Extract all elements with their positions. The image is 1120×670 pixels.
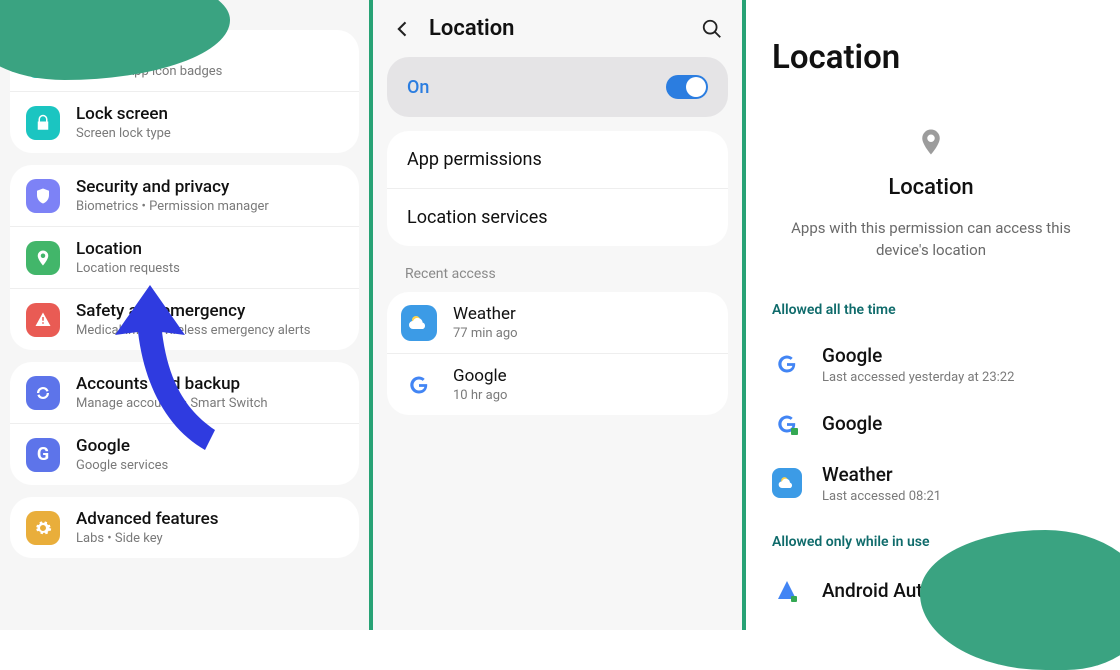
home-icon bbox=[26, 44, 60, 78]
back-button[interactable] bbox=[391, 17, 415, 41]
settings-item-sub: Biometrics • Permission manager bbox=[76, 199, 343, 214]
gear-icon bbox=[26, 511, 60, 545]
settings-panel: Home screen Layout • App icon badges Loc… bbox=[0, 0, 373, 630]
settings-item-security[interactable]: Security and privacy Biometrics • Permis… bbox=[10, 165, 359, 226]
pin-icon bbox=[26, 241, 60, 275]
sync-icon bbox=[26, 376, 60, 410]
permission-app-row[interactable]: Android Auto bbox=[772, 564, 1090, 618]
alert-icon bbox=[26, 303, 60, 337]
settings-item-title: Accounts and backup bbox=[76, 374, 343, 394]
location-toggle-row[interactable]: On bbox=[387, 57, 728, 117]
search-button[interactable] bbox=[700, 17, 724, 41]
settings-item-safety[interactable]: Safety and emergency Medical info • Wire… bbox=[10, 288, 359, 350]
location-panel: Location On App permissions Location ser… bbox=[373, 0, 746, 630]
permission-app-name: Google bbox=[822, 344, 1014, 367]
google-app-icon bbox=[772, 409, 802, 439]
permission-app-row[interactable]: Weather Last accessed 08:21 bbox=[772, 451, 1090, 516]
settings-item-sub: Labs • Side key bbox=[76, 531, 343, 546]
settings-item-location[interactable]: Location Location requests bbox=[10, 226, 359, 288]
settings-item-title: Safety and emergency bbox=[76, 301, 343, 321]
settings-item-title: Advanced features bbox=[76, 509, 343, 529]
app-permissions-row[interactable]: App permissions bbox=[387, 131, 728, 188]
allowed-all-time-header: Allowed all the time bbox=[772, 302, 1090, 318]
permission-app-sub: Last accessed yesterday at 23:22 bbox=[822, 370, 1014, 385]
location-toggle-switch[interactable] bbox=[666, 75, 708, 99]
settings-item-sub: Manage accounts • Smart Switch bbox=[76, 396, 343, 411]
location-services-row[interactable]: Location services bbox=[387, 188, 728, 246]
settings-item-title: Lock screen bbox=[76, 104, 343, 124]
permission-panel: Location Location Apps with this permiss… bbox=[746, 0, 1116, 630]
recent-app-name: Weather bbox=[453, 304, 518, 324]
weather-app-icon bbox=[401, 305, 437, 341]
settings-item-title: Security and privacy bbox=[76, 177, 343, 197]
recent-access-header: Recent access bbox=[387, 260, 728, 292]
permission-app-name: Google bbox=[822, 412, 882, 435]
recent-access-item[interactable]: Google 10 hr ago bbox=[387, 353, 728, 415]
settings-item-title: Home screen bbox=[76, 42, 343, 62]
recent-app-time: 10 hr ago bbox=[453, 388, 507, 403]
permission-app-name: Weather bbox=[822, 463, 941, 486]
location-on-label: On bbox=[407, 77, 666, 98]
weather-app-icon bbox=[772, 468, 802, 498]
permission-app-row[interactable]: Google bbox=[772, 397, 1090, 451]
recent-access-item[interactable]: Weather 77 min ago bbox=[387, 292, 728, 353]
location-pin-icon bbox=[772, 127, 1090, 165]
recent-app-name: Google bbox=[453, 366, 507, 386]
shield-icon bbox=[26, 179, 60, 213]
android-auto-icon bbox=[772, 576, 802, 606]
settings-item-sub: Layout • App icon badges bbox=[76, 64, 343, 79]
settings-item-title: Google bbox=[76, 436, 343, 456]
permission-app-sub: Last accessed 08:21 bbox=[822, 489, 941, 504]
app-permissions-label: App permissions bbox=[407, 149, 708, 170]
settings-item-lock-screen[interactable]: Lock screen Screen lock type bbox=[10, 91, 359, 153]
page-title: Location bbox=[772, 38, 1090, 77]
google-app-icon bbox=[401, 367, 437, 403]
permission-description: Apps with this permission can access thi… bbox=[772, 218, 1090, 262]
settings-item-sub: Location requests bbox=[76, 261, 343, 276]
google-icon: G bbox=[26, 438, 60, 472]
settings-item-google[interactable]: G Google Google services bbox=[10, 423, 359, 485]
recent-app-time: 77 min ago bbox=[453, 326, 518, 341]
settings-item-sub: Screen lock type bbox=[76, 126, 343, 141]
settings-item-sub: Medical info • Wireless emergency alerts bbox=[76, 323, 343, 338]
location-services-label: Location services bbox=[407, 207, 708, 228]
google-app-icon bbox=[772, 349, 802, 379]
settings-item-home-screen[interactable]: Home screen Layout • App icon badges bbox=[10, 30, 359, 91]
settings-item-sub: Google services bbox=[76, 458, 343, 473]
permission-heading: Location bbox=[772, 175, 1090, 200]
permission-app-row[interactable]: Google Last accessed yesterday at 23:22 bbox=[772, 332, 1090, 397]
settings-item-accounts[interactable]: Accounts and backup Manage accounts • Sm… bbox=[10, 362, 359, 423]
settings-item-advanced[interactable]: Advanced features Labs • Side key bbox=[10, 497, 359, 558]
settings-item-title: Location bbox=[76, 239, 343, 259]
permission-app-name: Android Auto bbox=[822, 579, 933, 602]
lock-icon bbox=[26, 106, 60, 140]
allowed-while-in-use-header: Allowed only while in use bbox=[772, 534, 1090, 550]
page-title: Location bbox=[429, 16, 700, 41]
